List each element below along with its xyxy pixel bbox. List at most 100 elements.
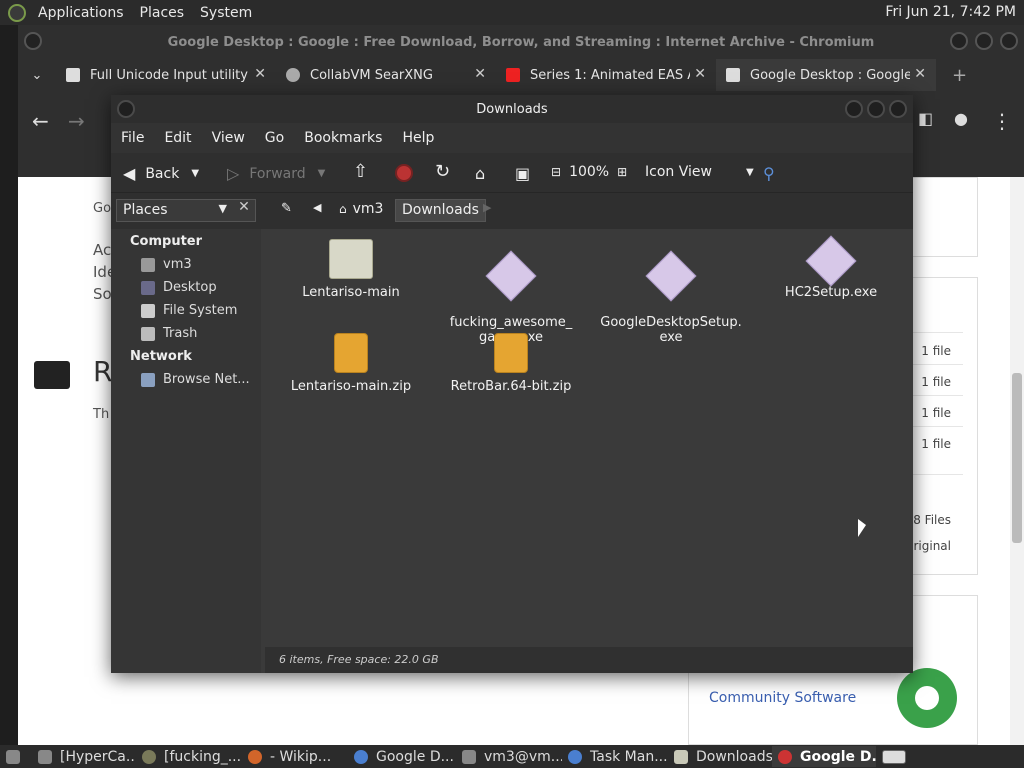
places-menu[interactable]: Places xyxy=(132,5,193,21)
file-count[interactable]: 1 file xyxy=(921,406,951,420)
tab-search-chevron-icon[interactable]: ⌄ xyxy=(18,68,56,83)
google-desktop-icon xyxy=(778,749,792,764)
panel-clock[interactable]: Fri Jun 21, 7:42 PM xyxy=(885,4,1016,20)
reload-icon[interactable]: ↻ xyxy=(435,161,450,182)
file-item[interactable]: RetroBar.64-bit.zip xyxy=(431,333,591,394)
tab-searxng[interactable]: CollabVM SearXNG ✕ xyxy=(276,59,496,91)
file-item[interactable]: Lentariso-main.zip xyxy=(271,333,431,394)
minimize-button[interactable] xyxy=(845,100,863,118)
tab-close-icon[interactable]: ✕ xyxy=(914,66,926,82)
tab-strip: ⌄ Full Unicode Input utility ✕ CollabVM … xyxy=(18,59,1024,91)
sidebar-item-browse-network[interactable]: Browse Net... xyxy=(141,372,250,387)
workspace-switcher[interactable] xyxy=(876,746,910,767)
taskbar-label: [fucking_... xyxy=(164,748,242,765)
system-menu[interactable]: System xyxy=(192,5,260,21)
page-scrollbar[interactable] xyxy=(1010,177,1024,745)
up-folder-icon[interactable]: ⇧ xyxy=(353,161,368,182)
menu-bookmarks[interactable]: Bookmarks xyxy=(294,130,392,146)
file-manager-titlebar[interactable]: Downloads xyxy=(111,95,913,123)
minimize-button[interactable] xyxy=(950,32,968,50)
menu-view[interactable]: View xyxy=(202,130,255,146)
menu-help[interactable]: Help xyxy=(392,130,444,146)
taskbar-item[interactable]: vm3@vm... xyxy=(456,746,562,767)
file-icon-view[interactable]: Lentariso-main fucking_awesome_ game.exe… xyxy=(265,229,913,647)
close-window-button[interactable] xyxy=(889,100,907,118)
maximize-button[interactable] xyxy=(975,32,993,50)
tab-archive-active[interactable]: Google Desktop : Google ✕ xyxy=(716,59,936,91)
menu-file[interactable]: File xyxy=(111,130,154,146)
chromium-titlebar[interactable]: Google Desktop : Google : Free Download,… xyxy=(18,25,1024,59)
show-all-files-link[interactable]: 8 Files xyxy=(913,513,951,527)
forward-button[interactable]: ▷ Forward ▼ xyxy=(227,164,325,183)
view-mode-select[interactable]: Icon View ▼ xyxy=(645,164,754,180)
forward-arrow-icon[interactable]: → xyxy=(68,109,85,133)
applications-menu[interactable]: Applications xyxy=(30,5,132,21)
profile-icon[interactable]: ● xyxy=(954,109,968,128)
exe-file-icon xyxy=(645,250,697,302)
breadcrumb-left-icon[interactable]: ◀ xyxy=(307,199,327,222)
reviews-chat-icon xyxy=(34,361,70,389)
taskbar-label: Google D... xyxy=(376,748,454,765)
zip-archive-icon xyxy=(494,333,528,373)
zoom-in-icon[interactable]: ⊞ xyxy=(617,165,627,179)
folder-icon xyxy=(674,749,688,764)
distro-logo-icon[interactable] xyxy=(8,3,26,22)
sidebar-item-file-system[interactable]: File System xyxy=(141,303,237,318)
file-item[interactable]: GoogleDesktopSetup. exe xyxy=(591,239,751,360)
side-pane-label: Places xyxy=(123,202,168,218)
breadcrumb-right-icon[interactable]: ▶ xyxy=(477,199,497,222)
file-count[interactable]: 1 file xyxy=(921,375,951,389)
taskbar-item[interactable]: Google D... xyxy=(348,746,456,767)
window-menu-button[interactable] xyxy=(24,32,42,50)
menu-go[interactable]: Go xyxy=(255,130,294,146)
maximize-button[interactable] xyxy=(867,100,885,118)
taskbar-item[interactable]: [fucking_... xyxy=(136,746,242,767)
sidebar-item-desktop[interactable]: Desktop xyxy=(141,280,217,295)
tab-close-icon[interactable]: ✕ xyxy=(694,66,706,82)
show-desktop-button[interactable] xyxy=(0,746,32,767)
back-arrow-icon[interactable]: ← xyxy=(32,109,49,133)
toggle-location-entry-icon[interactable]: ✎ xyxy=(275,199,298,222)
taskbar-item[interactable]: - Wikip... xyxy=(242,746,348,767)
window-menu-button[interactable] xyxy=(117,100,135,118)
tab-youtube[interactable]: Series 1: Animated EAS Al ✕ xyxy=(496,59,716,91)
zoom-out-icon[interactable]: ⊟ xyxy=(551,165,561,179)
stop-button[interactable] xyxy=(395,164,413,182)
computer-icon[interactable]: ▣ xyxy=(515,164,530,183)
tab-close-icon[interactable]: ✕ xyxy=(474,66,486,82)
file-count[interactable]: 1 file xyxy=(921,437,951,451)
sidebar-item-vm3[interactable]: vm3 xyxy=(141,257,192,272)
scrollbar-thumb[interactable] xyxy=(1012,373,1022,543)
close-side-pane-icon[interactable]: ✕ xyxy=(233,199,255,222)
file-item[interactable]: HC2Setup.exe xyxy=(751,235,911,300)
back-button[interactable]: ◀ Back ▼ xyxy=(123,164,199,183)
taskbar-label: Google D... xyxy=(800,748,876,765)
taskbar-item-active[interactable]: Google D... xyxy=(772,746,876,767)
file-item[interactable]: Lentariso-main xyxy=(271,239,431,300)
search-icon[interactable]: ⚲ xyxy=(763,164,775,183)
chrome-menu-icon[interactable]: ⋮ xyxy=(992,109,1012,133)
taskbar-item[interactable]: [HyperCa... xyxy=(32,746,136,767)
sidebar-toggle-icon[interactable]: ◧ xyxy=(918,109,933,128)
show-desktop-icon xyxy=(6,749,20,764)
taskbar-item[interactable]: Task Man... xyxy=(562,746,668,767)
file-count[interactable]: 1 file xyxy=(921,344,951,358)
breadcrumb-downloads[interactable]: Downloads xyxy=(395,199,486,222)
tab-close-icon[interactable]: ✕ xyxy=(254,66,266,82)
community-software-link[interactable]: Community Software xyxy=(709,690,856,706)
new-tab-button[interactable]: + xyxy=(952,65,967,86)
exe-icon-wrap xyxy=(485,250,537,302)
desktop-icon xyxy=(141,280,155,295)
breadcrumb-vm3[interactable]: ⌂ vm3 xyxy=(333,199,389,222)
forward-history-chevron-icon[interactable]: ▼ xyxy=(318,168,326,179)
forward-label: Forward xyxy=(249,165,306,182)
mouse-pointer-icon xyxy=(858,519,866,537)
taskbar-item[interactable]: Downloads xyxy=(668,746,772,767)
back-history-chevron-icon[interactable]: ▼ xyxy=(191,168,199,179)
sidebar-item-trash[interactable]: Trash xyxy=(141,326,197,341)
close-window-button[interactable] xyxy=(1000,32,1018,50)
menu-edit[interactable]: Edit xyxy=(154,130,201,146)
home-folder-icon[interactable]: ⌂ xyxy=(475,164,485,183)
tab-unicode[interactable]: Full Unicode Input utility ✕ xyxy=(56,59,276,91)
side-pane-chevron-icon: ▼ xyxy=(218,202,227,215)
